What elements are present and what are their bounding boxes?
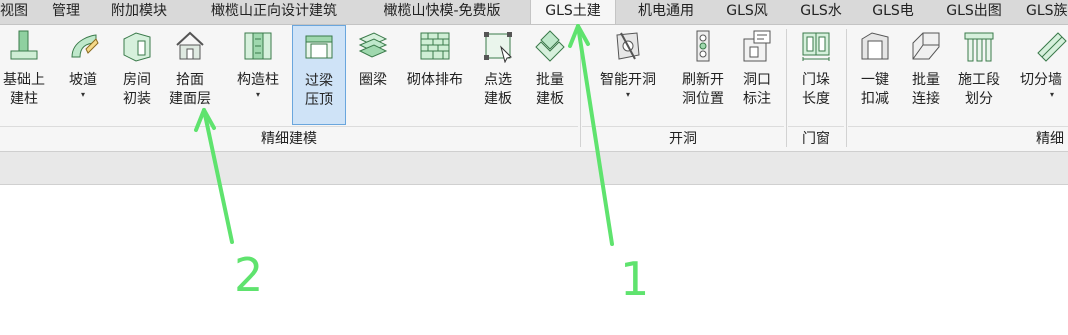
- annotation-number-2: 2: [234, 248, 264, 302]
- button-label: 洞口: [743, 72, 771, 88]
- button-label: 圈梁: [359, 72, 387, 88]
- tab-view[interactable]: 视图: [0, 0, 36, 24]
- room-finish-icon: [123, 32, 151, 62]
- lintel-icon: [305, 35, 333, 59]
- door-jamb-icon: [802, 32, 830, 61]
- tab-addins[interactable]: 附加模块: [100, 0, 178, 24]
- options-bar: [0, 152, 1068, 185]
- ramp-icon: [71, 34, 99, 58]
- button-label: 连接: [912, 91, 940, 107]
- construction-segment-icon: [964, 32, 994, 62]
- smart-opening-icon: [616, 32, 640, 60]
- dropdown-arrow-icon: ▾: [255, 90, 260, 99]
- group-divider: [848, 126, 1068, 127]
- ring-beam-icon: [358, 32, 388, 58]
- button-label: 批量: [912, 72, 940, 88]
- lintel-coping-button[interactable]: 过梁 压顶: [292, 25, 346, 125]
- batch-join-icon: [912, 32, 940, 60]
- split-wall-icon: [1037, 32, 1067, 62]
- one-key-deduct-button[interactable]: 一键 扣减: [850, 29, 900, 147]
- button-label: 砌体排布: [407, 72, 463, 88]
- button-label: 一键: [861, 72, 889, 88]
- batch-slab-icon: [535, 30, 565, 62]
- group-divider: [788, 126, 844, 127]
- button-label: 初装: [123, 91, 151, 107]
- ribbon-tab-bar: 视图 管理 附加模块 橄榄山正向设计建筑 橄榄山快模-免费版 GLS土建 机电通…: [0, 0, 1068, 25]
- tab-gls-family[interactable]: GLS族: [1026, 0, 1068, 24]
- button-label: 建板: [484, 91, 512, 107]
- tab-gls-civil[interactable]: GLS土建: [530, 0, 616, 24]
- button-label: 建板: [536, 91, 564, 107]
- button-label: 门垛: [802, 72, 830, 88]
- annotation-number-1: 1: [620, 252, 650, 306]
- button-label: 施工段: [958, 72, 1000, 88]
- group-label-opening: 开洞: [669, 131, 697, 147]
- button-label: 建柱: [10, 91, 38, 107]
- group-separator: [786, 29, 787, 147]
- pick-slab-icon: [484, 32, 512, 63]
- tab-mep-general[interactable]: 机电通用: [628, 0, 704, 24]
- refresh-opening-icon: [696, 30, 710, 62]
- button-label: 长度: [802, 91, 830, 107]
- button-label: 刷新开: [682, 72, 724, 88]
- ribbon-panel: 基础上 建柱 坡道 ▾ 房间 初装 拾面 建面层 构造柱 ▾ 过梁 压顶 圈梁 …: [0, 25, 1068, 152]
- house-surface-icon: [176, 31, 204, 60]
- masonry-icon: [420, 32, 450, 60]
- button-label: 标注: [743, 91, 771, 107]
- button-label: 拾面: [176, 72, 204, 88]
- button-label: 智能开洞: [600, 72, 656, 88]
- dropdown-arrow-icon: ▾: [80, 90, 85, 99]
- tab-gls-drawing[interactable]: GLS出图: [936, 0, 1012, 24]
- button-label: 切分墙: [1020, 72, 1062, 88]
- button-label: 扣减: [861, 91, 889, 107]
- button-label: 划分: [965, 91, 993, 107]
- button-label: 构造柱: [237, 72, 279, 88]
- column-base-icon: [10, 30, 38, 60]
- tab-olive-quick-model[interactable]: 橄榄山快模-免费版: [368, 0, 516, 24]
- group-label-fine: 精细: [1036, 131, 1064, 147]
- structural-column-icon: [244, 32, 272, 60]
- group-divider: [582, 126, 784, 127]
- dropdown-arrow-icon: ▾: [625, 90, 630, 99]
- tab-gls-electric[interactable]: GLS电: [862, 0, 924, 24]
- construction-segment-button[interactable]: 施工段 划分: [952, 29, 1006, 147]
- tab-manage[interactable]: 管理: [44, 0, 88, 24]
- button-label: 建面层: [169, 91, 211, 107]
- button-label: 洞位置: [682, 91, 724, 107]
- group-separator: [846, 29, 847, 147]
- button-label: 房间: [123, 72, 151, 88]
- button-label: 点选: [484, 72, 512, 88]
- tab-gls-water[interactable]: GLS水: [790, 0, 852, 24]
- dropdown-arrow-icon: ▾: [1050, 90, 1055, 99]
- button-label: 批量: [536, 72, 564, 88]
- batch-join-button[interactable]: 批量 连接: [902, 29, 950, 147]
- one-key-deduct-icon: [861, 32, 889, 60]
- tab-gls-hvac[interactable]: GLS风: [716, 0, 778, 24]
- group-divider: [0, 126, 578, 127]
- button-label: 过梁: [305, 73, 333, 89]
- group-separator: [580, 29, 581, 147]
- group-label-door-window: 门窗: [802, 131, 830, 147]
- tab-olive-forward-design[interactable]: 橄榄山正向设计建筑: [194, 0, 354, 24]
- button-label: 基础上: [3, 72, 45, 88]
- group-label-fine-modeling: 精细建模: [261, 131, 317, 147]
- button-label: 压顶: [305, 92, 333, 108]
- opening-tag-icon: [743, 30, 771, 62]
- button-label: 坡道: [69, 72, 97, 88]
